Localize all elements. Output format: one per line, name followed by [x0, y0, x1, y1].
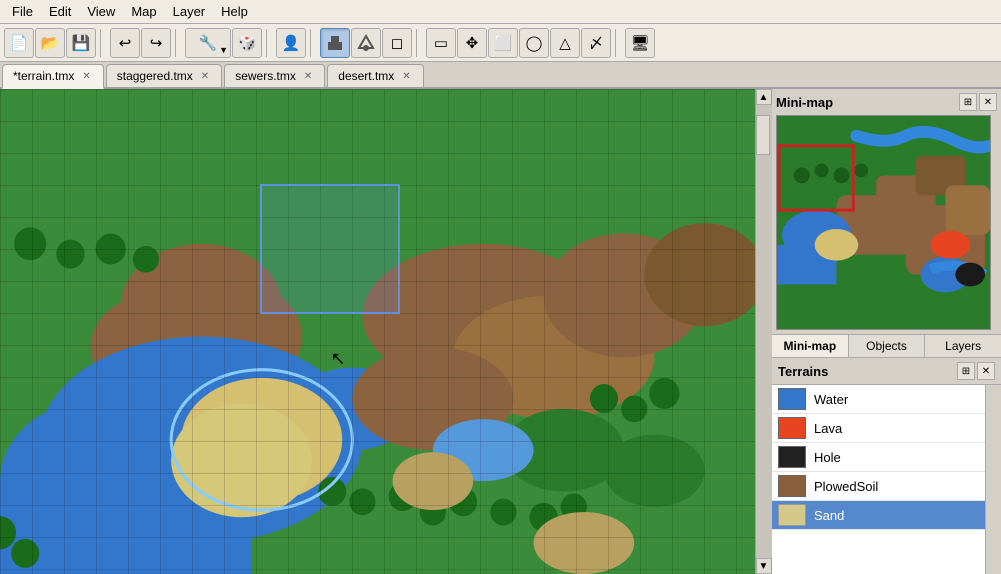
menu-file[interactable]: File	[4, 2, 41, 21]
vertical-scrollbar[interactable]: ▲ ▼	[755, 89, 771, 574]
scroll-track[interactable]	[756, 105, 772, 558]
scroll-up-button[interactable]: ▲	[756, 89, 772, 105]
scroll-down-button[interactable]: ▼	[756, 558, 772, 574]
map-canvas[interactable]: ↖	[0, 89, 755, 574]
terrain-item-lava[interactable]: Lava	[772, 414, 985, 443]
toolbar: 📄 📂 💾 ↩ ↪ 🔧▼ 🎲 👤 ◻ ▭ ✥ ⬜ ◯ △ 〆 🖥	[0, 24, 1001, 62]
minimap-header: Mini-map ⊞ ✕	[776, 93, 997, 111]
polygon-button[interactable]: △	[550, 28, 580, 58]
menu-edit[interactable]: Edit	[41, 2, 79, 21]
new-button[interactable]: 📄	[4, 28, 34, 58]
user-button[interactable]: 👤	[276, 28, 306, 58]
terrains-list: Water Lava Hole PlowedSoil	[772, 385, 985, 574]
terrain-color-water	[778, 388, 806, 410]
right-panel: Mini-map ⊞ ✕	[771, 89, 1001, 574]
random-button[interactable]: 🎲	[232, 28, 262, 58]
minimap-title: Mini-map	[776, 95, 833, 110]
tab-desert-close[interactable]: ✕	[400, 71, 412, 82]
terrain-item-hole[interactable]: Hole	[772, 443, 985, 472]
terrains-close-button[interactable]: ✕	[977, 362, 995, 380]
terrain-color-plowedsoil	[778, 475, 806, 497]
ellipse-button[interactable]: ◯	[519, 28, 549, 58]
tab-layers[interactable]: Layers	[925, 335, 1001, 357]
tab-bar: *terrain.tmx ✕ staggered.tmx ✕ sewers.tm…	[0, 62, 1001, 89]
menu-view[interactable]: View	[79, 2, 123, 21]
undo-button[interactable]: ↩	[110, 28, 140, 58]
separator-4	[310, 29, 316, 57]
menu-layer[interactable]: Layer	[165, 2, 214, 21]
save-button[interactable]: 💾	[66, 28, 96, 58]
tab-minimap[interactable]: Mini-map	[772, 335, 849, 357]
scroll-thumb[interactable]	[756, 115, 770, 155]
minimap-image[interactable]	[776, 115, 991, 330]
terrain-label-plowedsoil: PlowedSoil	[814, 479, 878, 494]
separator-2	[175, 29, 181, 57]
tab-sewers-label: sewers.tmx	[235, 69, 296, 83]
tab-staggered-label: staggered.tmx	[117, 69, 193, 83]
tab-terrain-close[interactable]: ✕	[80, 71, 92, 82]
terrain-label-water: Water	[814, 392, 848, 407]
minimap-section: Mini-map ⊞ ✕	[772, 89, 1001, 334]
terrain-label-sand: Sand	[814, 508, 844, 523]
tab-objects[interactable]: Objects	[849, 335, 926, 357]
move-button[interactable]: ✥	[457, 28, 487, 58]
terrain-fill-button[interactable]	[351, 28, 381, 58]
stamp-tool-button[interactable]	[320, 28, 350, 58]
minimap-buttons: ⊞ ✕	[959, 93, 997, 111]
menu-map[interactable]: Map	[123, 2, 164, 21]
tab-terrain[interactable]: *terrain.tmx ✕	[2, 64, 104, 89]
terrain-art	[0, 89, 755, 574]
polyline-button[interactable]: 〆	[581, 28, 611, 58]
monitor-button[interactable]: 🖥	[625, 28, 655, 58]
terrains-header: Terrains ⊞ ✕	[772, 358, 1001, 385]
tab-desert-label: desert.tmx	[338, 69, 394, 83]
terrain-item-plowedsoil[interactable]: PlowedSoil	[772, 472, 985, 501]
terrains-title: Terrains	[778, 364, 828, 379]
rect-select-button[interactable]: ▭	[426, 28, 456, 58]
terrains-section: Terrains ⊞ ✕ Water Lava	[772, 358, 1001, 574]
terrain-item-water[interactable]: Water	[772, 385, 985, 414]
terrain-color-hole	[778, 446, 806, 468]
main-area: ↖ ▲ ▼ Mini-map ⊞ ✕	[0, 89, 1001, 574]
separator-3	[266, 29, 272, 57]
minimap-fit-button[interactable]: ⊞	[959, 93, 977, 111]
tab-staggered[interactable]: staggered.tmx ✕	[106, 64, 222, 87]
tab-sewers[interactable]: sewers.tmx ✕	[224, 64, 325, 87]
selection-box	[260, 184, 400, 314]
tab-terrain-label: *terrain.tmx	[13, 69, 74, 83]
minimap-close-button[interactable]: ✕	[979, 93, 997, 111]
terrain-label-hole: Hole	[814, 450, 841, 465]
eraser-button[interactable]: ◻	[382, 28, 412, 58]
minimap-canvas	[777, 116, 990, 329]
terrain-color-lava	[778, 417, 806, 439]
terrains-expand-button[interactable]: ⊞	[957, 362, 975, 380]
tab-sewers-close[interactable]: ✕	[302, 71, 314, 82]
menu-help[interactable]: Help	[213, 2, 256, 21]
terrain-item-sand[interactable]: Sand	[772, 501, 985, 530]
panel-tabs: Mini-map Objects Layers	[772, 334, 1001, 358]
tab-desert[interactable]: desert.tmx ✕	[327, 64, 423, 87]
zoom-button[interactable]: ⬜	[488, 28, 518, 58]
terrain-label-lava: Lava	[814, 421, 842, 436]
tab-staggered-close[interactable]: ✕	[199, 71, 211, 82]
map-viewport[interactable]: ↖	[0, 89, 755, 574]
terrain-scrollbar[interactable]	[985, 385, 1001, 574]
stamp-group-button[interactable]: 🔧▼	[185, 28, 231, 58]
separator-5	[416, 29, 422, 57]
separator-1	[100, 29, 106, 57]
open-button[interactable]: 📂	[35, 28, 65, 58]
redo-button[interactable]: ↪	[141, 28, 171, 58]
menubar: File Edit View Map Layer Help	[0, 0, 1001, 24]
terrain-color-sand	[778, 504, 806, 526]
separator-6	[615, 29, 621, 57]
